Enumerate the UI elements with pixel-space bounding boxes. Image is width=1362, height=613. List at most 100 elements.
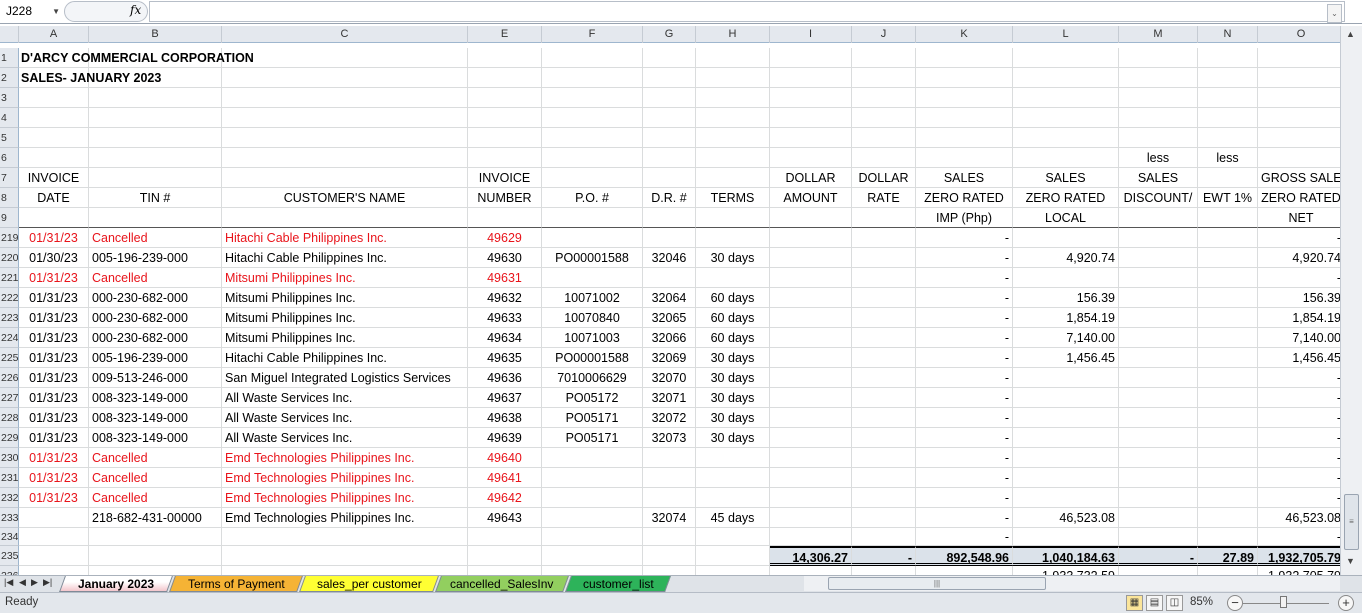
cell-E219[interactable]: 49629 <box>468 228 542 248</box>
cell-G220[interactable]: 32046 <box>643 248 696 268</box>
cell-L221[interactable] <box>1013 268 1119 288</box>
row-header[interactable]: 230 <box>0 448 19 468</box>
cell-A220[interactable]: 01/30/23 <box>19 248 89 268</box>
cell-I236[interactable] <box>770 566 852 575</box>
cell-H231[interactable] <box>696 468 770 488</box>
cell-L233[interactable]: 46,523.08 <box>1013 508 1119 528</box>
cell-N223[interactable] <box>1198 308 1258 328</box>
cell-K225[interactable]: - <box>916 348 1013 368</box>
cell-L232[interactable] <box>1013 488 1119 508</box>
row-header[interactable]: 227 <box>0 388 19 408</box>
row-header[interactable]: 228 <box>0 408 19 428</box>
cell-E226[interactable]: 49636 <box>468 368 542 388</box>
cell-M230[interactable] <box>1119 448 1198 468</box>
cell-B226[interactable]: 009-513-246-000 <box>89 368 222 388</box>
cell-B224[interactable]: 000-230-682-000 <box>89 328 222 348</box>
cell-L235[interactable]: 1,040,184.63 <box>1013 546 1119 566</box>
cell-G221[interactable] <box>643 268 696 288</box>
cell-N230[interactable] <box>1198 448 1258 468</box>
cell-O233[interactable]: 46,523.08 <box>1258 508 1340 528</box>
cell-I226[interactable] <box>770 368 852 388</box>
cell-I229[interactable] <box>770 428 852 448</box>
row-header[interactable]: 7 <box>0 168 19 188</box>
cell-A223[interactable]: 01/31/23 <box>19 308 89 328</box>
cell-E228[interactable]: 49638 <box>468 408 542 428</box>
cell-N227[interactable] <box>1198 388 1258 408</box>
cell-H221[interactable] <box>696 268 770 288</box>
cell-M224[interactable] <box>1119 328 1198 348</box>
cell-E224[interactable]: 49634 <box>468 328 542 348</box>
cell-L7[interactable]: SALES <box>1013 168 1119 188</box>
cell-C2[interactable] <box>222 68 468 88</box>
row-header[interactable]: 234 <box>0 528 19 546</box>
cell-F236[interactable] <box>542 566 643 575</box>
cell-O219[interactable]: - <box>1258 228 1340 248</box>
cell-A234[interactable] <box>19 528 89 546</box>
cell-C223[interactable]: Mitsumi Philippines Inc. <box>222 308 468 328</box>
cell-C4[interactable] <box>222 108 468 128</box>
cell-N233[interactable] <box>1198 508 1258 528</box>
cell-O222[interactable]: 156.39 <box>1258 288 1340 308</box>
row-header[interactable]: 233 <box>0 508 19 528</box>
cell-E2[interactable] <box>468 68 542 88</box>
cell-H224[interactable]: 60 days <box>696 328 770 348</box>
cell-F222[interactable]: 10071002 <box>542 288 643 308</box>
cell-C236[interactable] <box>222 566 468 575</box>
cell-F228[interactable]: PO05171 <box>542 408 643 428</box>
cell-E223[interactable]: 49633 <box>468 308 542 328</box>
cell-H220[interactable]: 30 days <box>696 248 770 268</box>
cell-C229[interactable]: All Waste Services Inc. <box>222 428 468 448</box>
cell-E229[interactable]: 49639 <box>468 428 542 448</box>
cell-N220[interactable] <box>1198 248 1258 268</box>
cell-A4[interactable] <box>19 108 89 128</box>
cell-J231[interactable] <box>852 468 916 488</box>
cell-L230[interactable] <box>1013 448 1119 468</box>
cell-G232[interactable] <box>643 488 696 508</box>
cell-I228[interactable] <box>770 408 852 428</box>
cell-N7[interactable] <box>1198 168 1258 188</box>
column-header-F[interactable]: F <box>542 26 643 43</box>
cell-O9[interactable]: NET <box>1258 208 1340 228</box>
cell-F233[interactable] <box>542 508 643 528</box>
row-header[interactable]: 226 <box>0 368 19 388</box>
cell-E3[interactable] <box>468 88 542 108</box>
cell-H6[interactable] <box>696 148 770 168</box>
cell-H222[interactable]: 60 days <box>696 288 770 308</box>
cell-K9[interactable]: IMP (Php) <box>916 208 1013 228</box>
cell-K228[interactable]: - <box>916 408 1013 428</box>
row-header[interactable]: 232 <box>0 488 19 508</box>
column-header-E[interactable]: E <box>468 26 542 43</box>
cell-K236[interactable] <box>916 566 1013 575</box>
zoom-slider-thumb[interactable] <box>1280 596 1287 608</box>
cell-K4[interactable] <box>916 108 1013 128</box>
cell-H228[interactable]: 30 days <box>696 408 770 428</box>
cell-M221[interactable] <box>1119 268 1198 288</box>
cell-G6[interactable] <box>643 148 696 168</box>
cell-L224[interactable]: 7,140.00 <box>1013 328 1119 348</box>
cell-B232[interactable]: Cancelled <box>89 488 222 508</box>
cell-M233[interactable] <box>1119 508 1198 528</box>
cell-G231[interactable] <box>643 468 696 488</box>
cell-G2[interactable] <box>643 68 696 88</box>
cell-K219[interactable]: - <box>916 228 1013 248</box>
cell-A5[interactable] <box>19 128 89 148</box>
row-header[interactable]: 8 <box>0 188 19 208</box>
cell-N225[interactable] <box>1198 348 1258 368</box>
cell-C221[interactable]: Mitsumi Philippines Inc. <box>222 268 468 288</box>
cell-N228[interactable] <box>1198 408 1258 428</box>
cell-O232[interactable]: - <box>1258 488 1340 508</box>
cell-H7[interactable] <box>696 168 770 188</box>
cell-C9[interactable] <box>222 208 468 228</box>
cell-B236[interactable] <box>89 566 222 575</box>
cell-C234[interactable] <box>222 528 468 546</box>
column-header-H[interactable]: H <box>696 26 770 43</box>
row-header[interactable]: 3 <box>0 88 19 108</box>
cell-B5[interactable] <box>89 128 222 148</box>
cell-M5[interactable] <box>1119 128 1198 148</box>
cell-F224[interactable]: 10071003 <box>542 328 643 348</box>
cell-N2[interactable] <box>1198 68 1258 88</box>
cell-F5[interactable] <box>542 128 643 148</box>
cell-N229[interactable] <box>1198 428 1258 448</box>
vertical-scrollbar[interactable]: ▲ ≡ ▼ <box>1340 26 1362 575</box>
cell-O7[interactable]: GROSS SALES <box>1258 168 1340 188</box>
